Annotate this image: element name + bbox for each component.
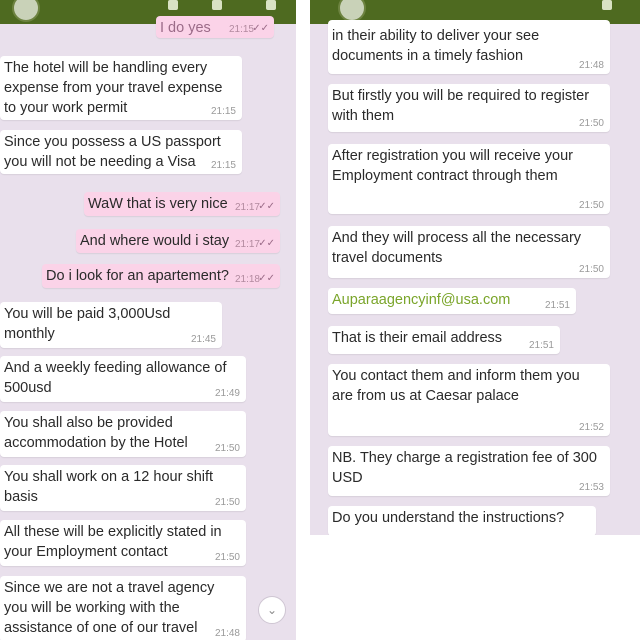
message-text: But firstly you will be required to regi…	[332, 88, 590, 124]
message-bubble[interactable]: All these will be explicitly stated in y…	[0, 520, 246, 566]
avatar[interactable]	[12, 0, 40, 22]
message-time: 21:15	[228, 24, 254, 35]
message-text: After registration you will receive your…	[332, 148, 573, 184]
message-text: Since you possess a US passport you will…	[4, 134, 221, 170]
double-check-icon: ✓✓	[258, 201, 275, 212]
message-text: And they will process all the necessary …	[332, 230, 582, 266]
message-time: 21:50	[214, 497, 240, 508]
message-time: 21:51	[544, 300, 570, 311]
message-bubble[interactable]: NB. They charge a registration fee of 30…	[328, 446, 610, 496]
message-time: 21:17	[234, 202, 260, 213]
message-text: You shall work on a 12 hour shift basis	[4, 469, 214, 505]
message-text: That is their email address	[332, 330, 503, 346]
menu-icon[interactable]	[266, 0, 276, 10]
chat-panel-right: in their ability to deliver your see doc…	[310, 0, 640, 535]
message-bubble[interactable]: WaW that is very nice 21:17 ✓✓	[84, 192, 280, 216]
message-time: 21:45	[190, 334, 216, 345]
message-time: 21:50	[214, 443, 240, 454]
phone-call-icon[interactable]	[212, 0, 222, 10]
message-bubble[interactable]: You will be paid 3,000Usd monthly 21:45	[0, 302, 222, 348]
message-text: The hotel will be handling every expense…	[4, 60, 223, 116]
message-bubble[interactable]: And where would i stay 21:17 ✓✓	[76, 229, 280, 253]
message-time: 21:15	[210, 160, 236, 171]
message-time: 21:49	[214, 388, 240, 399]
message-bubble[interactable]: You shall work on a 12 hour shift basis …	[0, 465, 246, 511]
message-bubble[interactable]: Since we are not a travel agency you wil…	[0, 576, 246, 640]
video-call-icon[interactable]	[168, 0, 178, 10]
message-text: You will be paid 3,000Usd monthly	[4, 306, 171, 342]
double-check-icon: ✓✓	[258, 273, 275, 284]
message-text: NB. They charge a registration fee of 30…	[332, 450, 597, 486]
message-bubble[interactable]: I do yes 21:15 ✓✓	[156, 16, 274, 38]
message-bubble[interactable]: You shall also be provided accommodation…	[0, 411, 246, 457]
avatar[interactable]	[338, 0, 366, 22]
message-bubble[interactable]: Auparaagencyinf@usa.com 21:51	[328, 288, 576, 314]
blank-area	[310, 535, 640, 640]
message-time: 21:52	[578, 422, 604, 433]
message-bubble[interactable]: And a weekly feeding allowance of 500usd…	[0, 356, 246, 402]
message-text: Do you understand the instructions?	[332, 510, 565, 526]
message-time: 21:18	[234, 274, 260, 285]
double-check-icon: ✓✓	[258, 238, 275, 249]
message-text: Since we are not a travel agency you wil…	[4, 580, 215, 636]
double-check-icon: ✓✓	[252, 23, 269, 34]
message-text: You contact them and inform them you are…	[332, 368, 580, 404]
message-time: 21:48	[578, 60, 604, 71]
message-time: 21:15	[210, 106, 236, 117]
message-text: And a weekly feeding allowance of 500usd	[4, 360, 227, 396]
message-text: in their ability to deliver your see doc…	[332, 28, 540, 64]
message-bubble[interactable]: in their ability to deliver your see doc…	[328, 20, 610, 74]
message-time: 21:50	[578, 118, 604, 129]
message-bubble[interactable]: Do i look for an apartement? 21:18 ✓✓	[42, 264, 280, 288]
message-bubble[interactable]: Since you possess a US passport you will…	[0, 130, 242, 174]
message-time: 21:50	[214, 552, 240, 563]
message-time: 21:17	[234, 239, 260, 250]
message-bubble[interactable]: And they will process all the necessary …	[328, 226, 610, 278]
message-text: All these will be explicitly stated in y…	[4, 524, 222, 560]
message-time: 21:50	[578, 200, 604, 211]
scroll-down-button[interactable]: ⌄	[258, 596, 286, 624]
message-bubble[interactable]: The hotel will be handling every expense…	[0, 56, 242, 120]
message-time: 21:48	[214, 628, 240, 639]
message-bubble[interactable]: But firstly you will be required to regi…	[328, 84, 610, 132]
message-bubble[interactable]: You contact them and inform them you are…	[328, 364, 610, 436]
message-text: You shall also be provided accommodation…	[4, 415, 188, 451]
message-bubble[interactable]: After registration you will receive your…	[328, 144, 610, 214]
message-bubble[interactable]: Do you understand the instructions?	[328, 506, 596, 535]
message-time: 21:53	[578, 482, 604, 493]
chat-panel-left: I do yes 21:15 ✓✓ The hotel will be hand…	[0, 0, 296, 640]
message-bubble[interactable]: That is their email address 21:51	[328, 326, 560, 354]
message-time: 21:51	[528, 340, 554, 351]
menu-icon[interactable]	[602, 0, 612, 10]
message-time: 21:50	[578, 264, 604, 275]
chevron-down-icon: ⌄	[266, 603, 278, 617]
email-link[interactable]: Auparaagencyinf@usa.com	[332, 290, 570, 310]
